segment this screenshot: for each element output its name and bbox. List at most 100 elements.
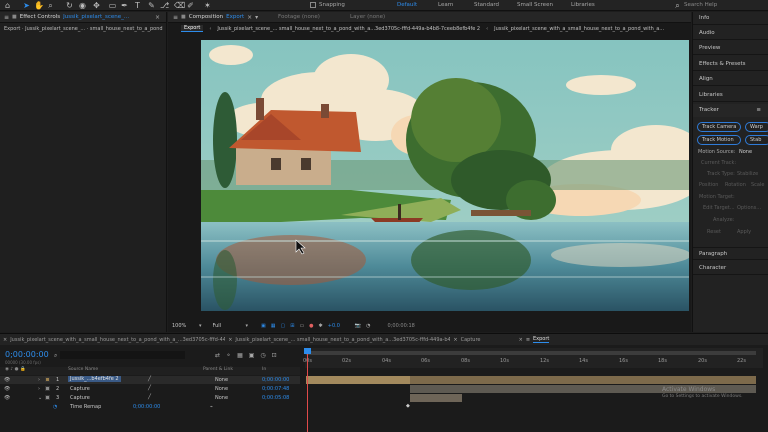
draft-3d-icon[interactable]: ▦	[237, 352, 243, 359]
shape-tool-icon[interactable]: ▭	[108, 1, 117, 10]
timeline-tab-active[interactable]: Export	[533, 336, 550, 343]
brush-tool-icon[interactable]: ✎	[147, 1, 156, 10]
track-camera-button[interactable]: Track Camera	[697, 122, 741, 132]
workspace-standard[interactable]: Standard	[474, 2, 499, 8]
workspace-default[interactable]: Default	[397, 2, 417, 8]
label-color-swatch[interactable]	[45, 386, 50, 391]
color-management-icon[interactable]: ●	[309, 323, 313, 329]
visibility-eye-icon[interactable]: 👁	[4, 395, 10, 401]
label-color-swatch[interactable]	[45, 377, 50, 382]
layer-name[interactable]: Jussik_...b4efb4fe 2	[68, 376, 121, 382]
work-area-bar[interactable]	[306, 351, 756, 355]
effect-controls-tab[interactable]: Effect Controls	[20, 14, 60, 20]
frame-blending-icon[interactable]: ▣	[249, 352, 255, 359]
layer-in-time[interactable]: 0;00:07:48	[262, 386, 289, 392]
workspace-libraries[interactable]: Libraries	[571, 2, 595, 8]
show-snapshot-icon[interactable]: ◔	[366, 323, 370, 329]
home-icon[interactable]: ⌂	[3, 1, 12, 10]
effects-presets-panel[interactable]: Effects & Presets	[693, 58, 768, 71]
parent-dropdown[interactable]: None	[215, 395, 228, 401]
stopwatch-icon[interactable]: ◔	[53, 404, 57, 410]
label-color-swatch[interactable]	[45, 395, 50, 400]
character-panel[interactable]: Character	[693, 262, 768, 275]
layer-bar[interactable]	[306, 376, 410, 384]
expand-arrow-icon[interactable]: ›	[38, 377, 40, 383]
parent-dropdown[interactable]: None	[215, 377, 228, 383]
playhead-handle[interactable]	[304, 348, 311, 354]
close-icon[interactable]: ×	[247, 14, 252, 21]
pan-behind-tool-icon[interactable]: ✥	[92, 1, 101, 10]
layer-row[interactable]: 👁 › 1 Jussik_...b4efb4fe 2 ╱ None 0;00:0…	[0, 376, 300, 384]
resolution-dropdown[interactable]: Full	[213, 323, 241, 329]
transparency-grid-icon[interactable]: ▦	[271, 323, 276, 329]
track-motion-button[interactable]: Track Motion	[697, 135, 741, 145]
close-icon[interactable]: ×	[450, 337, 460, 343]
lock-icon[interactable]: ■	[181, 14, 186, 20]
type-tool-icon[interactable]: T	[133, 1, 142, 10]
workspace-learn[interactable]: Learn	[438, 2, 453, 8]
time-remap-value[interactable]: 0;00:00:00	[133, 404, 160, 410]
timeline-tab[interactable]: Jussik_pixelart_scene_... small_house_ne…	[235, 337, 450, 343]
camera-snapshot-icon[interactable]: 📷	[355, 323, 361, 329]
expand-arrow-icon[interactable]: ›	[38, 386, 40, 392]
puppet-tool-icon[interactable]: ✶	[203, 1, 212, 10]
chevron-down-icon[interactable]: ▾	[199, 323, 202, 329]
timeline-tab[interactable]: Capture	[461, 337, 516, 343]
search-icon[interactable]: ⌕	[54, 352, 57, 360]
motion-blur-icon[interactable]: ⚬	[226, 352, 231, 359]
close-icon[interactable]: ×	[516, 337, 526, 343]
align-panel[interactable]: Align	[693, 73, 768, 86]
mask-visibility-icon[interactable]: ▢	[281, 323, 286, 329]
comp-markers-icon[interactable]: ⇄	[215, 352, 220, 359]
visibility-eye-icon[interactable]: 👁	[4, 386, 10, 392]
chevron-down-icon[interactable]: ▾	[255, 14, 258, 21]
chevron-down-icon[interactable]: ▾	[246, 323, 249, 329]
current-time-display[interactable]: 0;00:00:00	[5, 350, 49, 359]
search-help-input[interactable]: Search Help	[684, 2, 717, 8]
graph-editor-icon[interactable]: ◷	[260, 352, 265, 359]
channel-icon[interactable]: ▭	[299, 323, 304, 329]
menu-icon[interactable]: ≡	[173, 14, 178, 21]
expand-arrow-icon[interactable]: ⌄	[38, 395, 42, 401]
layer-in-time[interactable]: 0;00:00:00	[262, 377, 289, 383]
collapse-switch-icon[interactable]: ╱	[148, 394, 151, 400]
search-icon[interactable]: ⌕	[673, 1, 682, 10]
timeline-search-input[interactable]	[60, 351, 185, 359]
composition-tab-active[interactable]: Export	[226, 14, 244, 20]
composition-viewer[interactable]	[201, 40, 689, 311]
parent-dropdown[interactable]: None	[215, 386, 228, 392]
libraries-panel[interactable]: Libraries	[693, 89, 768, 102]
clone-stamp-tool-icon[interactable]: ⎇	[160, 1, 169, 10]
breadcrumb-item[interactable]: Jussik_pixelart_scene_with_a_small_house…	[494, 26, 664, 32]
snapping-checkbox[interactable]	[310, 2, 316, 8]
zoom-tool-icon[interactable]: ⌕	[46, 1, 55, 10]
roto-brush-tool-icon[interactable]: ✐	[186, 1, 195, 10]
rotate-tool-icon[interactable]: ↻	[65, 1, 74, 10]
menu-icon[interactable]: ≡	[4, 14, 9, 21]
timeline-tab[interactable]: Jussik_pixelart_scene_with_a_small_house…	[10, 337, 225, 343]
shy-icon[interactable]: ⊡	[272, 352, 277, 359]
timecode-display[interactable]: 0;00:00:18	[388, 323, 415, 329]
info-panel[interactable]: Info	[693, 12, 768, 25]
collapse-switch-icon[interactable]: ╱	[148, 376, 151, 382]
layer-name[interactable]: Capture	[70, 386, 90, 392]
menu-icon[interactable]: ≡	[756, 104, 761, 117]
composition-tab[interactable]: Composition	[189, 14, 223, 20]
visibility-eye-icon[interactable]: 👁	[4, 377, 10, 383]
exposure-value[interactable]: +0.0	[328, 323, 340, 329]
pen-tool-icon[interactable]: ✒	[120, 1, 129, 10]
layer-in-time[interactable]: 0;00:05:08	[262, 395, 289, 401]
property-row[interactable]: ◔ Time Remap 0;00:00:00 ⌁	[0, 403, 300, 411]
collapse-switch-icon[interactable]: ╱	[148, 385, 151, 391]
lock-icon[interactable]: ■	[12, 14, 17, 20]
playhead[interactable]	[307, 348, 308, 432]
breadcrumb-item[interactable]: Jussik_pixelart_scene_... small_house_ne…	[217, 26, 480, 32]
camera-tool-icon[interactable]: ◉	[78, 1, 87, 10]
workspace-small-screen[interactable]: Small Screen	[517, 2, 553, 8]
close-icon[interactable]: ×	[155, 14, 160, 21]
snapshot-icon[interactable]: ✱	[319, 323, 323, 329]
graph-icon[interactable]: ⌁	[210, 404, 213, 410]
eraser-tool-icon[interactable]: ⌫	[174, 1, 185, 10]
hand-tool-icon[interactable]: ✋	[34, 1, 44, 10]
breadcrumb-item[interactable]: Export	[181, 25, 204, 32]
